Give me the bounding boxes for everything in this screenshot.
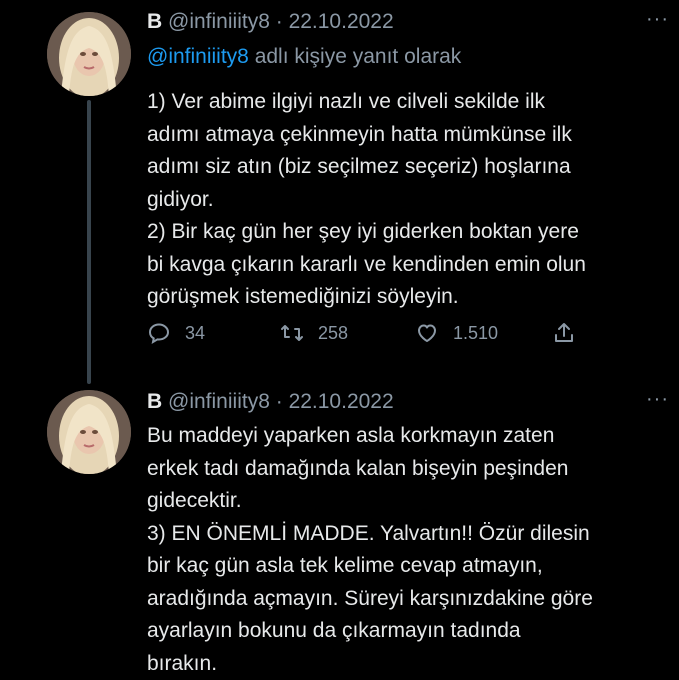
reply-context: @infiniiity8 adlı kişiye yanıt olarak (147, 44, 461, 70)
timestamp[interactable]: 22.10.2022 (289, 10, 394, 33)
separator: · (276, 390, 283, 413)
tweet-text-line: adımı siz atın (biz seçilmez seçeriz) ho… (147, 151, 667, 184)
tweet-text-line: 3) EN ÖNEMLİ MADDE. Yalvartın!! Özür dil… (147, 518, 667, 551)
more-icon[interactable]: ··· (646, 388, 669, 411)
reply-icon (147, 321, 171, 345)
tweet-header: B @infiniiity8 · 22.10.2022 (147, 389, 394, 415)
share-icon (552, 321, 576, 345)
tweet-text-line: gidecektir. (147, 485, 667, 518)
tweet-text: 1) Ver abime ilgiyi nazlı ve cilveli sek… (147, 86, 667, 314)
thread-line (87, 100, 91, 384)
tweet-text: Bu maddeyi yaparken asla korkmayın zaten… (147, 420, 667, 680)
reply-button[interactable]: 34 (147, 318, 205, 348)
more-icon[interactable]: ··· (646, 8, 669, 31)
tweet-text-line: ayarlayın bokunu da çıkarmayın tadında (147, 615, 667, 648)
tweet-text-line: görüşmek istemediğinizi söyleyin. (147, 281, 667, 314)
mention-link[interactable]: @infiniiity8 (147, 45, 249, 68)
tweet-text-line: 2) Bir kaç gün her şey iyi giderken bokt… (147, 216, 667, 249)
avatar[interactable] (47, 12, 131, 96)
tweet-text-line: adımı atmaya çekinmeyin hatta mümkünse i… (147, 119, 667, 152)
timestamp[interactable]: 22.10.2022 (289, 390, 394, 413)
retweet-icon (280, 321, 304, 345)
avatar[interactable] (47, 390, 131, 474)
tweet-text-line: bırakın. (147, 648, 667, 680)
like-icon (415, 321, 439, 345)
username[interactable]: @infiniiity8 (168, 10, 270, 33)
tweet-text-line: bir kaç gün asla tek kelime cevap atmayı… (147, 550, 667, 583)
retweet-count: 258 (318, 323, 348, 344)
tweet-text-line: gidiyor. (147, 184, 667, 217)
tweet-text-line: Bu maddeyi yaparken asla korkmayın zaten (147, 420, 667, 453)
display-name[interactable]: B (147, 10, 162, 33)
username[interactable]: @infiniiity8 (168, 390, 270, 413)
retweet-button[interactable]: 258 (280, 318, 348, 348)
tweet-actions: 34 258 1.510 (147, 318, 587, 348)
reply-count: 34 (185, 323, 205, 344)
like-button[interactable]: 1.510 (415, 318, 498, 348)
tweet-header: B @infiniiity8 · 22.10.2022 (147, 9, 394, 35)
tweet[interactable]: B @infiniiity8 · 22.10.2022 ··· Bu madde… (0, 380, 679, 678)
tweet-text-line: erkek tadı damağında kalan bişeyin peşin… (147, 453, 667, 486)
tweet-text-line: 1) Ver abime ilgiyi nazlı ve cilveli sek… (147, 86, 667, 119)
tweet-text-line: bi kavga çıkarın kararlı ve kendinden em… (147, 249, 667, 282)
tweet[interactable]: B @infiniiity8 · 22.10.2022 ··· @infinii… (0, 0, 679, 380)
reply-context-text: adlı kişiye yanıt olarak (255, 45, 462, 68)
separator: · (276, 10, 283, 33)
tweet-text-line: aradığında açmayın. Süreyi karşınızdakin… (147, 583, 667, 616)
like-count: 1.510 (453, 323, 498, 344)
share-button[interactable] (552, 318, 590, 348)
display-name[interactable]: B (147, 390, 162, 413)
